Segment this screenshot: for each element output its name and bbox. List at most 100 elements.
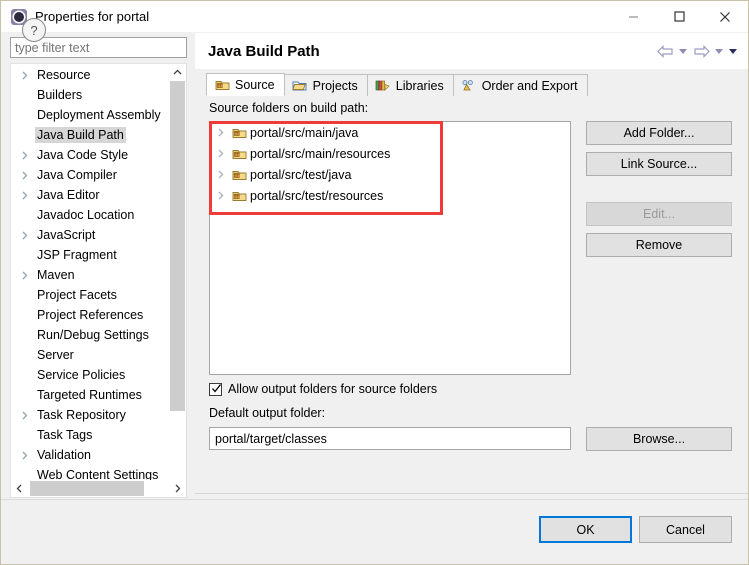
page-title: Java Build Path (208, 42, 320, 60)
maximize-icon[interactable] (656, 1, 702, 32)
forward-history-caret-icon[interactable] (712, 41, 726, 61)
sidebar-item-label: Java Build Path (35, 127, 126, 143)
tab-bar: Source Projects Libraries Order and Export (206, 73, 738, 97)
source-folder-path: portal/src/main/java (250, 125, 359, 140)
scroll-left-icon[interactable] (11, 480, 28, 497)
sidebar-item-task-tags[interactable]: Task Tags (11, 425, 169, 445)
allow-output-folders-checkbox[interactable] (209, 382, 222, 396)
sidebar-item-validation[interactable]: Validation (11, 445, 169, 465)
sidebar-item-resource[interactable]: Resource (11, 65, 169, 85)
source-folder-icon (232, 147, 250, 160)
tab-order-and-export[interactable]: Order and Export (452, 74, 588, 96)
sidebar-item-java-code-style[interactable]: Java Code Style (11, 145, 169, 165)
tree-hscroll-track[interactable] (28, 481, 169, 496)
chevron-right-icon[interactable] (21, 151, 35, 160)
sidebar-item-java-compiler[interactable]: Java Compiler (11, 165, 169, 185)
default-output-folder-input[interactable] (209, 427, 571, 450)
libraries-icon (375, 79, 391, 93)
source-folder-icon (232, 126, 250, 139)
sidebar-item-label: Builders (37, 88, 83, 102)
source-folder-row[interactable]: portal/src/test/resources (210, 185, 570, 206)
source-folder-row[interactable]: portal/src/main/resources (210, 143, 570, 164)
page-navigation (654, 41, 740, 61)
source-folders-list[interactable]: portal/src/main/java portal/src/main/reso… (209, 121, 571, 375)
sidebar-item-label: Deployment Assembly (37, 108, 161, 122)
tree-horizontal-scrollbar[interactable] (11, 480, 186, 497)
allow-output-folders-checkbox-row[interactable]: Allow output folders for source folders (209, 382, 437, 396)
page-header: Java Build Path (195, 33, 748, 69)
chevron-right-icon[interactable] (21, 231, 35, 240)
forward-arrow-icon[interactable] (690, 41, 712, 61)
close-icon[interactable] (702, 1, 748, 32)
tab-label: Projects (312, 78, 358, 93)
properties-dialog: Properties for portal Resource Builders De… (0, 0, 749, 565)
tree-scroll-track[interactable] (169, 81, 186, 480)
chevron-right-icon[interactable] (21, 411, 35, 420)
chevron-right-icon[interactable] (217, 170, 232, 179)
sidebar-item-project-facets[interactable]: Project Facets (11, 285, 169, 305)
source-folder-row[interactable]: portal/src/test/java (210, 164, 570, 185)
sidebar-item-server[interactable]: Server (11, 345, 169, 365)
tab-libraries[interactable]: Libraries (366, 74, 454, 96)
chevron-right-icon[interactable] (21, 451, 35, 460)
tab-label: Libraries (395, 78, 444, 93)
sidebar-item-label: Java Code Style (37, 148, 129, 162)
scroll-up-icon[interactable] (169, 64, 186, 81)
sidebar-item-task-repository[interactable]: Task Repository (11, 405, 169, 425)
tree-hscroll-thumb[interactable] (30, 481, 144, 496)
sidebar-item-builders[interactable]: Builders (11, 85, 169, 105)
sidebar-item-jsp-fragment[interactable]: JSP Fragment (11, 245, 169, 265)
tree-vertical-scrollbar[interactable] (169, 64, 186, 497)
source-folder-row[interactable]: portal/src/main/java (210, 122, 570, 143)
cancel-button[interactable]: Cancel (639, 516, 732, 543)
back-history-caret-icon[interactable] (676, 41, 690, 61)
chevron-right-icon[interactable] (21, 191, 35, 200)
minimize-icon[interactable] (610, 1, 656, 32)
settings-tree-list: Resource Builders Deployment Assembly Java … (11, 64, 169, 485)
sidebar-item-label: Resource (37, 68, 91, 82)
chevron-right-icon[interactable] (21, 171, 35, 180)
settings-page: Java Build Path Source Projects Librarie… (195, 33, 748, 525)
remove-button[interactable]: Remove (586, 233, 732, 257)
sidebar-item-deployment-assembly[interactable]: Deployment Assembly (11, 105, 169, 125)
back-arrow-icon[interactable] (654, 41, 676, 61)
add-folder-button[interactable]: Add Folder... (586, 121, 732, 145)
check-icon (212, 383, 222, 393)
source-folders-label: Source folders on build path: (209, 101, 369, 115)
sidebar-item-java-build-path[interactable]: Java Build Path (11, 125, 169, 145)
sidebar-item-maven[interactable]: Maven (11, 265, 169, 285)
tab-folder: Source Projects Libraries Order and Export (206, 73, 738, 97)
sidebar-item-label: Project References (37, 308, 144, 322)
sidebar-item-label: JavaScript (37, 228, 96, 242)
allow-output-folders-label: Allow output folders for source folders (228, 382, 438, 396)
tab-source[interactable]: Source (206, 73, 285, 96)
tab-projects[interactable]: Projects (283, 74, 368, 96)
chevron-right-icon[interactable] (217, 191, 232, 200)
link-source-button[interactable]: Link Source... (586, 152, 732, 176)
sidebar-item-javadoc-location[interactable]: Javadoc Location (11, 205, 169, 225)
sidebar-item-java-editor[interactable]: Java Editor (11, 185, 169, 205)
sidebar-item-project-references[interactable]: Project References (11, 305, 169, 325)
sidebar-item-javascript[interactable]: JavaScript (11, 225, 169, 245)
chevron-right-icon[interactable] (21, 71, 35, 80)
sidebar-item-run-debug-settings[interactable]: Run/Debug Settings (11, 325, 169, 345)
tree-scroll-thumb[interactable] (170, 81, 185, 411)
source-folder-icon (232, 168, 250, 181)
dialog-footer (1, 499, 748, 564)
chevron-right-icon[interactable] (217, 149, 232, 158)
page-menu-caret-icon[interactable] (726, 41, 740, 61)
ok-button[interactable]: OK (539, 516, 632, 543)
sidebar-item-label: Run/Debug Settings (37, 328, 149, 342)
sidebar-item-service-policies[interactable]: Service Policies (11, 365, 169, 385)
chevron-right-icon[interactable] (21, 271, 35, 280)
source-folder-path: portal/src/test/java (250, 167, 352, 182)
scroll-right-icon[interactable] (169, 480, 186, 497)
settings-tree[interactable]: Resource Builders Deployment Assembly Java … (10, 63, 187, 498)
source-folder-path: portal/src/main/resources (250, 146, 391, 161)
help-icon[interactable]: ? (22, 18, 46, 42)
sidebar-item-label: Task Repository (37, 408, 126, 422)
chevron-right-icon[interactable] (217, 128, 232, 137)
source-folder-icon (214, 78, 230, 92)
browse-button[interactable]: Browse... (586, 427, 732, 451)
sidebar-item-targeted-runtimes[interactable]: Targeted Runtimes (11, 385, 169, 405)
